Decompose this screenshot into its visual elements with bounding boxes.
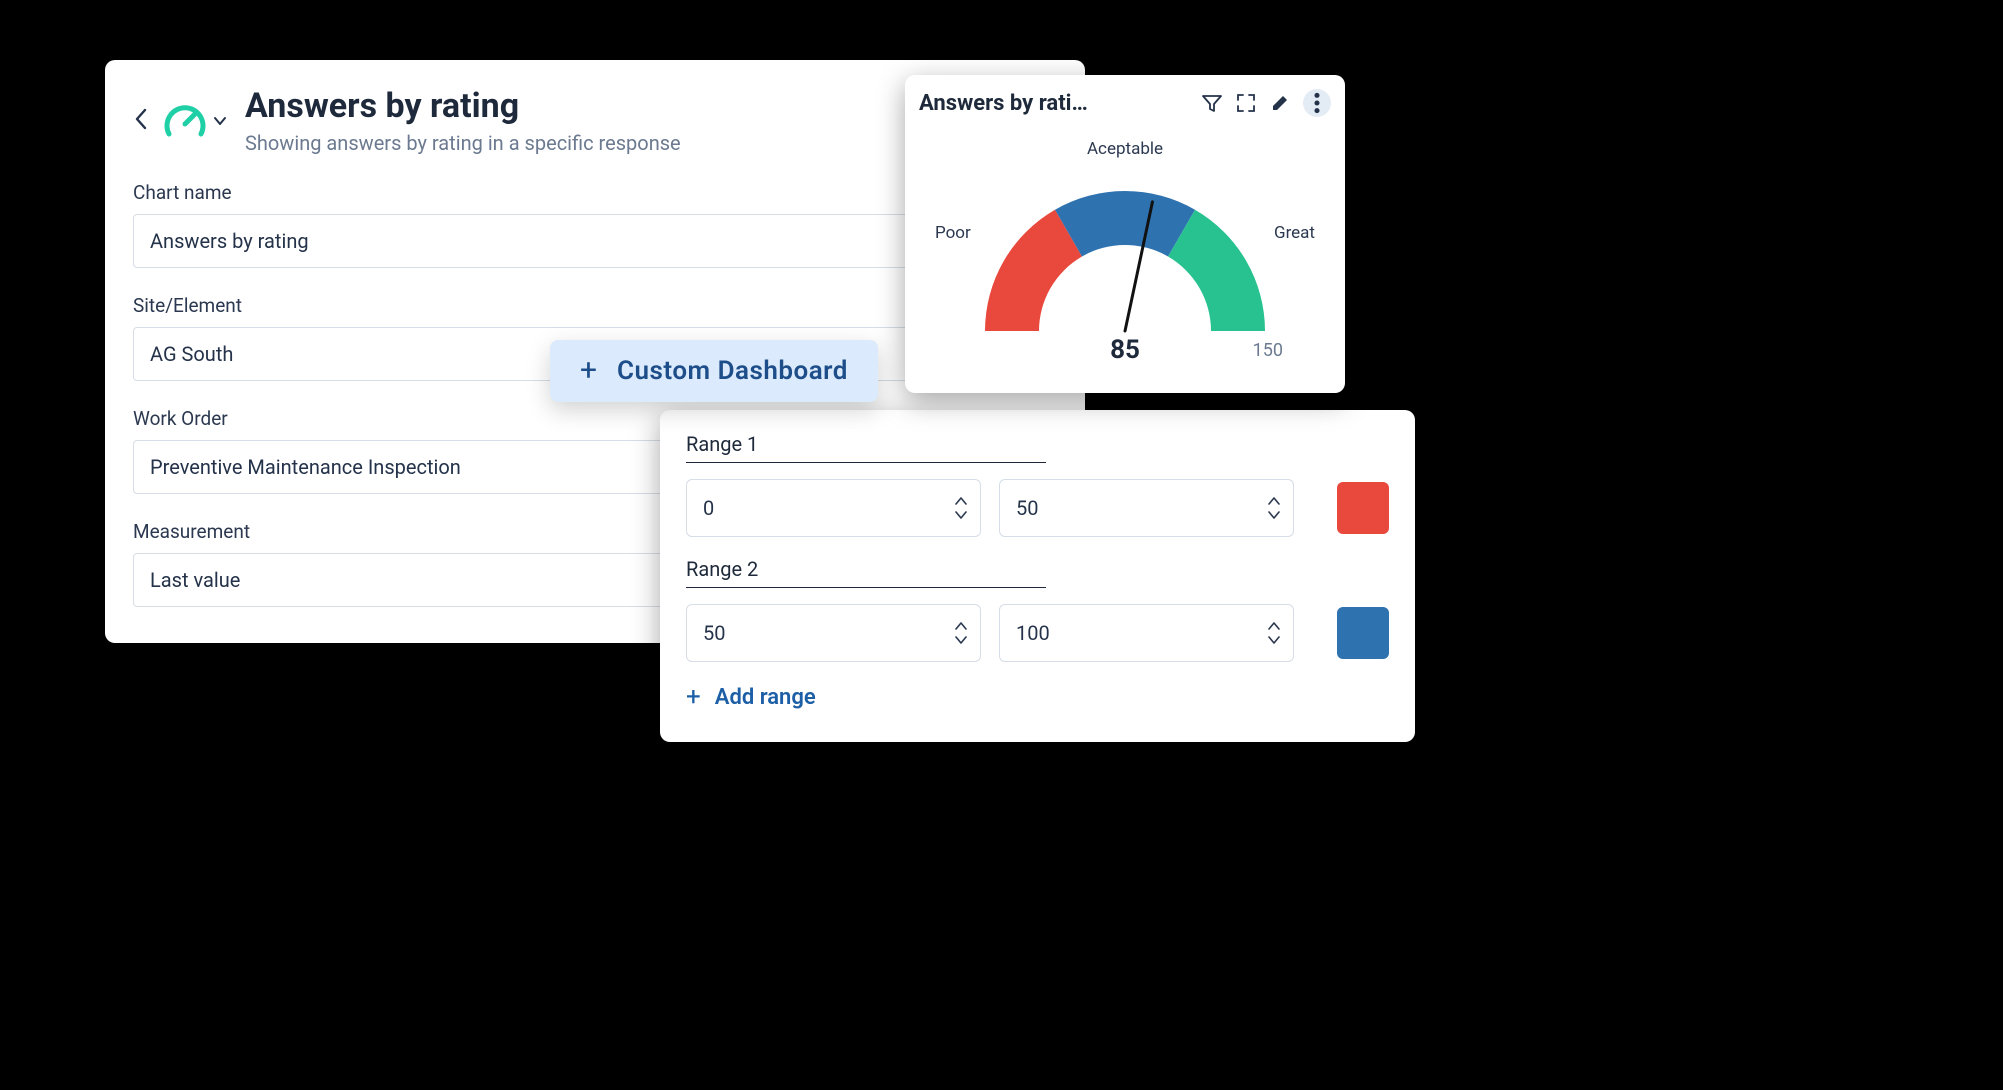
range2-to-input[interactable]: 100 xyxy=(999,604,1294,662)
range1-color-swatch[interactable] xyxy=(1337,482,1389,534)
plus-icon: + xyxy=(686,682,701,712)
range1-from-input[interactable]: 0 xyxy=(686,479,981,537)
range1-from-value: 0 xyxy=(703,496,714,520)
custom-dashboard-button[interactable]: + Custom Dashboard xyxy=(550,340,878,402)
range2-color-swatch[interactable] xyxy=(1337,607,1389,659)
chart-type-selector[interactable] xyxy=(163,100,227,144)
stepper-down-icon[interactable] xyxy=(1265,508,1283,522)
stepper-down-icon[interactable] xyxy=(952,508,970,522)
edit-icon[interactable] xyxy=(1269,92,1291,114)
gauge-preview-card: Answers by rati… Poor Aceptable Great xyxy=(905,75,1345,393)
gauge-chart xyxy=(955,141,1295,341)
add-range-label: Add range xyxy=(715,685,816,710)
range1-to-input[interactable]: 50 xyxy=(999,479,1294,537)
gauge-label-poor: Poor xyxy=(935,223,971,243)
range1-title: Range 1 xyxy=(686,432,1046,463)
stepper-down-icon[interactable] xyxy=(1265,633,1283,647)
filter-icon[interactable] xyxy=(1201,92,1223,114)
panel-title: Answers by rating xyxy=(245,88,681,125)
kebab-icon xyxy=(1303,89,1331,117)
range1-to-value: 50 xyxy=(1016,496,1038,520)
range2-from-value: 50 xyxy=(703,621,725,645)
add-range-button[interactable]: + Add range xyxy=(686,682,1389,712)
gauge-label-great: Great xyxy=(1274,223,1315,243)
gauge-value: 85 xyxy=(1110,335,1140,365)
range2-from-input[interactable]: 50 xyxy=(686,604,981,662)
gauge-label-mid: Aceptable xyxy=(1087,139,1163,159)
stepper-up-icon[interactable] xyxy=(952,494,970,508)
panel-subtitle: Showing answers by rating in a specific … xyxy=(245,131,681,155)
range-config-panel: Range 1 0 50 xyxy=(660,410,1415,742)
custom-dashboard-label: Custom Dashboard xyxy=(617,356,848,386)
more-menu-button[interactable] xyxy=(1303,89,1331,117)
gauge-max: 150 xyxy=(1253,340,1283,361)
stepper-up-icon[interactable] xyxy=(1265,619,1283,633)
plus-icon: + xyxy=(580,356,597,386)
range2-title: Range 2 xyxy=(686,557,1046,588)
expand-icon[interactable] xyxy=(1235,92,1257,114)
stepper-up-icon[interactable] xyxy=(952,619,970,633)
chevron-down-icon xyxy=(213,114,227,130)
back-button[interactable] xyxy=(133,105,149,138)
range2-to-value: 100 xyxy=(1016,621,1050,645)
gauge-card-title: Answers by rati… xyxy=(919,91,1195,116)
stepper-down-icon[interactable] xyxy=(952,633,970,647)
stepper-up-icon[interactable] xyxy=(1265,494,1283,508)
gauge-icon xyxy=(163,100,207,144)
